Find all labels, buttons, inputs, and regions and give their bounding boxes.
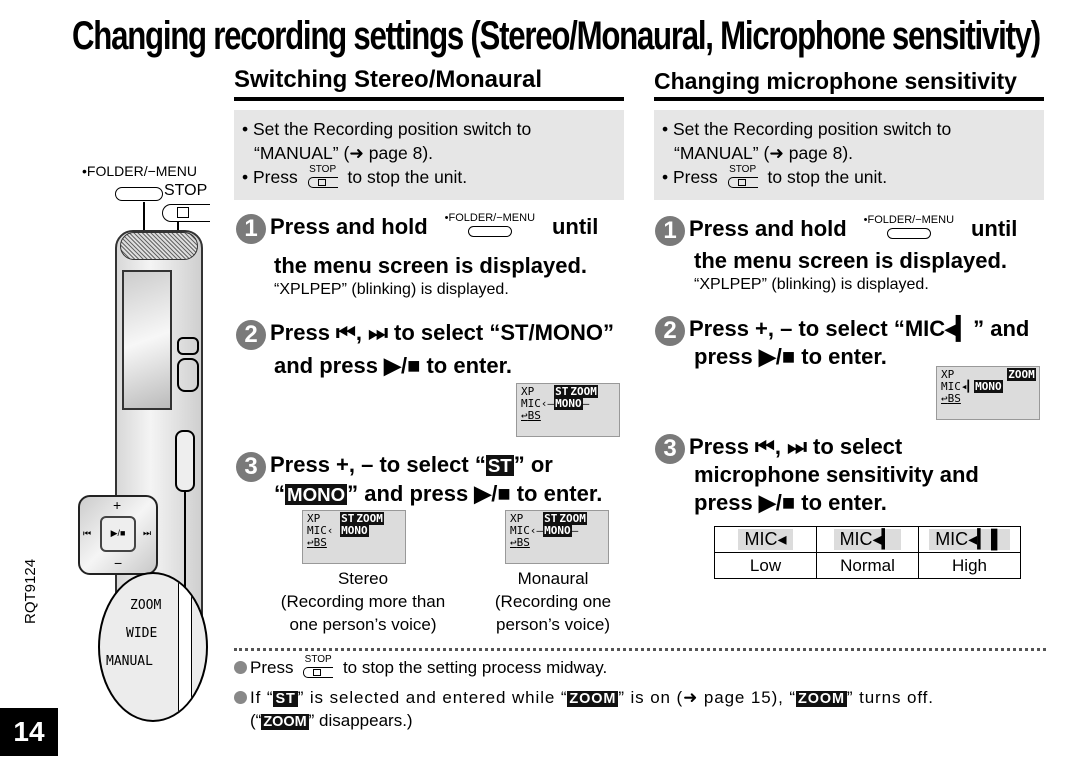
mic-high-label: High [918, 552, 1021, 579]
step-2-left-line2: and press ▶/■ to enter. [274, 353, 513, 378]
step-3-right-line2: microphone sensitivity and [694, 462, 979, 487]
page-number: 14 [0, 708, 58, 756]
step-number-icon: 1 [236, 214, 266, 244]
switch-label-manual: MANUAL [106, 654, 153, 669]
next-icon: ⏭ [143, 528, 152, 538]
side-button-highlight [177, 337, 199, 355]
option-label: Stereo [337, 569, 389, 588]
mic-low-label: Low [714, 552, 817, 579]
mono-indicator-icon: MONO [285, 484, 348, 505]
zoom-indicator-icon: ZOOM [261, 714, 309, 730]
bullet-icon [234, 661, 247, 674]
play-stop-button-icon: ▶/■ [100, 516, 136, 552]
mic-normal-label: Normal [816, 552, 919, 579]
control-pad: + − ⏮ ⏭ ▶/■ [78, 495, 158, 575]
lcd-screen-stereo: XP ST ZOOM MIC‹ MONO ↩BS [302, 510, 406, 564]
prereq-line: “MANUAL” (➜ page 8). [254, 143, 434, 163]
option-label: Monaural [517, 569, 589, 588]
minus-icon: − [114, 555, 123, 571]
option-stereo: Stereo (Recording more than one person’s… [258, 567, 468, 636]
folder-menu-label: •FOLDER/−MENU [82, 163, 197, 179]
step-number-icon: 2 [655, 316, 685, 346]
section-title-mic-sensitivity: Changing microphone sensitivity [654, 68, 1017, 94]
prereq-line: • Set the Recording position switch to [662, 119, 952, 139]
zoom-indicator-icon: ZOOM [567, 691, 619, 707]
step-2-left: 2 Press ⏮, ⏭ to select “ST/MONO” [236, 318, 614, 350]
switch-label-zoom: ZOOM [130, 598, 162, 613]
note-stop-midway: Press STOP to stop the setting process m… [234, 655, 607, 680]
stop-label: STOP [164, 182, 208, 199]
option-monaural: Monaural (Recording one person’s voice) [478, 567, 628, 636]
mic-grille [120, 232, 198, 260]
folder-menu-button-icon [115, 187, 163, 201]
section-rule [234, 97, 624, 101]
folder-menu-key-icon: •FOLDER/−MENU [853, 214, 965, 244]
folder-menu-key-icon: •FOLDER/−MENU [434, 212, 546, 242]
prereq-line: • Press STOP to stop the unit. [242, 164, 468, 189]
stop-key-icon: STOP [301, 655, 335, 679]
prereq-line: • Set the Recording position switch to [242, 119, 532, 139]
step-3-left-line2: “MONO” and press ▶/■ to enter. [274, 481, 603, 506]
prereq-box-right: • Set the Recording position switch to “… [654, 110, 1044, 200]
prev-icon: ⏮ [83, 528, 92, 538]
recorder-display [122, 270, 172, 410]
mic-normal-icon: MIC◂▎ [816, 526, 919, 553]
option-desc: (Recording more than [280, 592, 446, 611]
step-2-right-line2: press ▶/■ to enter. [694, 344, 887, 369]
dotted-divider [234, 648, 1046, 651]
step-number-icon: 3 [236, 452, 266, 482]
st-indicator-icon: ST [273, 691, 298, 707]
mic-low-icon: MIC◂ [714, 526, 817, 553]
note-zoom-off: If “ST” is selected and entered while “Z… [234, 686, 934, 711]
stop-button-icon [162, 204, 210, 222]
device-illustration: •FOLDER/−MENU STOP + − ⏮ ⏭ ▶/■ ZOOM WIDE… [60, 160, 230, 722]
step-number-icon: 3 [655, 434, 685, 464]
step-3-left: 3 Press +, – to select “ST” or [236, 450, 553, 482]
option-desc: one person’s voice) [289, 615, 437, 634]
step-number-icon: 1 [655, 216, 685, 246]
zoom-indicator-icon: ZOOM [795, 691, 847, 707]
lcd-screen-mic: XP ZOOM MIC◂▎MONO ↩BS [936, 366, 1040, 420]
mic-sensitivity-table: MIC◂ MIC◂▎ MIC◂▎▌ Low Normal High [714, 526, 1021, 579]
bullet-icon [234, 691, 247, 704]
lcd-screen-monaural: XP ST ZOOM MIC‹–MONO– ↩BS [505, 510, 609, 564]
step-1-right-line2: the menu screen is displayed. [694, 248, 1008, 273]
step-1-left-sub: “XPLPEP” (blinking) is displayed. [274, 281, 509, 298]
step-1-right-sub: “XPLPEP” (blinking) is displayed. [694, 276, 929, 293]
side-button-highlight [177, 358, 199, 392]
prereq-box-left: • Set the Recording position switch to “… [234, 110, 624, 200]
step-1-left-line2: the menu screen is displayed. [274, 253, 588, 278]
section-rule [654, 97, 1044, 101]
prereq-line: • Press STOP to stop the unit. [662, 164, 888, 189]
option-desc: (Recording one [494, 592, 612, 611]
step-1-left: 1 Press and hold •FOLDER/−MENU until [236, 212, 598, 244]
plus-icon: + [113, 497, 122, 513]
section-title-stereo-mono: Switching Stereo/Monaural [234, 66, 543, 93]
switch-label-wide: WIDE [126, 626, 158, 641]
prereq-line: “MANUAL” (➜ page 8). [674, 143, 854, 163]
st-indicator-icon: ST [485, 455, 514, 476]
page-title: Changing recording settings (Stereo/Mona… [72, 14, 1041, 58]
step-number-icon: 2 [236, 320, 266, 350]
lcd-screen-st-mono: XP ST ZOOM MIC‹–MONO– ↩BS [516, 383, 620, 437]
mic-high-icon: MIC◂▎▌ [918, 526, 1021, 553]
stop-key-icon: STOP [726, 165, 760, 189]
step-3-right-line3: press ▶/■ to enter. [694, 490, 887, 515]
doc-code: RQT9124 [22, 558, 39, 624]
switch-highlight [175, 430, 195, 492]
option-desc: person’s voice) [495, 615, 611, 634]
stop-key-icon: STOP [306, 165, 340, 189]
switch-magnifier: ZOOM WIDE MANUAL [98, 572, 208, 722]
step-1-right: 1 Press and hold •FOLDER/−MENU until [655, 214, 1017, 246]
note-zoom-disappears: (“ ZOOM” disappears.) [250, 711, 413, 730]
